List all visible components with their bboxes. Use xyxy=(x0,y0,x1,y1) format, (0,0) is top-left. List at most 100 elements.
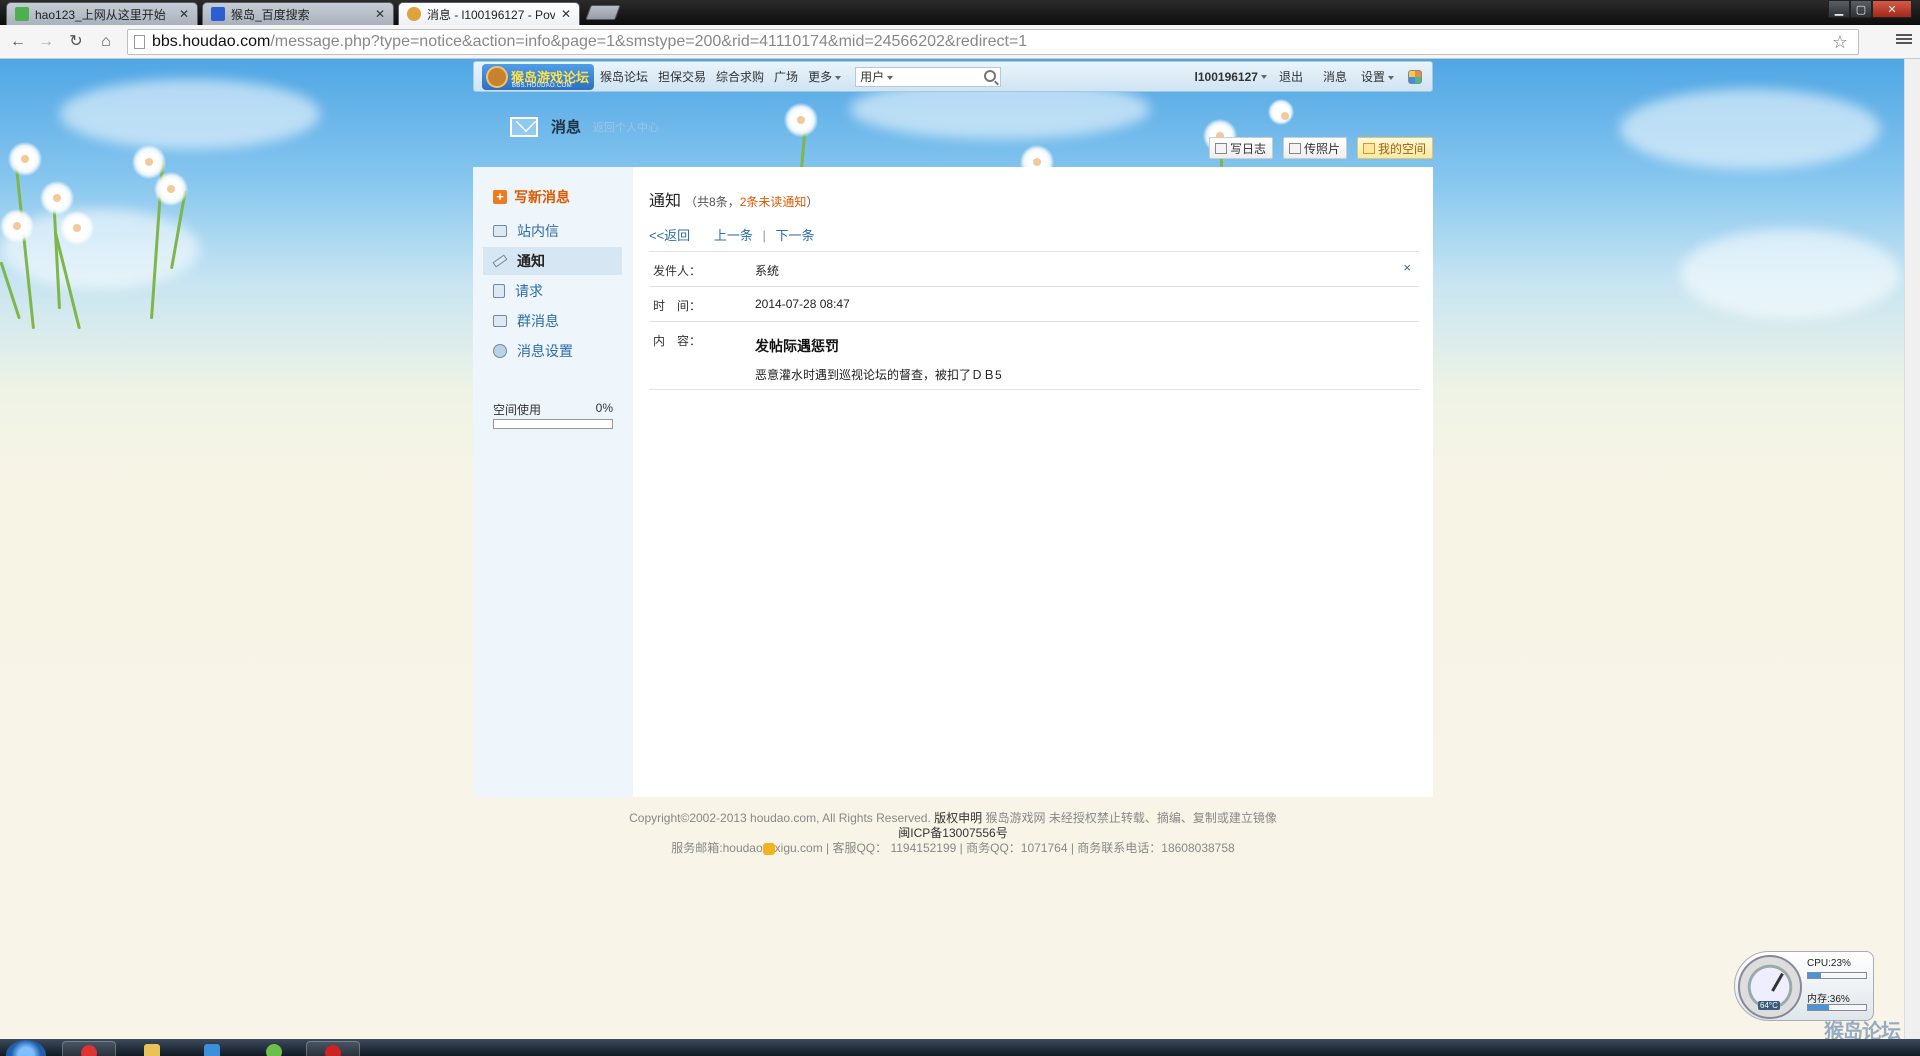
search-type-select[interactable]: 用户 xyxy=(860,68,894,85)
username-link[interactable]: l100196127 xyxy=(1195,70,1267,84)
browser-tab-baidu[interactable]: 猴岛_百度搜索 ✕ xyxy=(202,2,394,25)
delete-icon[interactable]: × xyxy=(1403,260,1411,275)
sidebar-item-notice[interactable]: 通知 xyxy=(483,247,622,275)
media-player-icon xyxy=(204,1044,220,1056)
bookmark-star-icon[interactable]: ☆ xyxy=(1832,32,1848,53)
back-to-profile-link[interactable]: 返回个人中心 xyxy=(593,119,659,135)
browser-tab-hao123[interactable]: hao123_上网从这里开始 ✕ xyxy=(6,2,198,25)
search-input[interactable]: 用户 xyxy=(855,66,1002,87)
folder-icon xyxy=(144,1044,160,1056)
sidebar-item-inbox[interactable]: 站内信 xyxy=(483,217,622,245)
document-icon xyxy=(493,284,505,298)
page-icon xyxy=(134,35,145,49)
close-tab-icon[interactable]: ✕ xyxy=(375,7,385,21)
home-icon[interactable]: ⌂ xyxy=(96,32,116,52)
copyright-statement-link[interactable]: 版权申明 xyxy=(934,811,982,825)
browser-tab-messages[interactable]: 消息 - l100196127 - Pov ✕ xyxy=(398,2,580,25)
app-icon xyxy=(266,1044,282,1056)
nav-link-escrow[interactable]: 担保交易 xyxy=(658,68,706,85)
write-blog-label: 写日志 xyxy=(1229,141,1266,156)
notice-count-prefix: （共8条， xyxy=(685,195,740,209)
notice-count: （共8条，2条未读通知） xyxy=(685,195,818,209)
sidebar-item-label: 站内信 xyxy=(517,223,559,239)
baidu-favicon-icon xyxy=(211,7,225,21)
memory-bar-fill xyxy=(1808,1005,1829,1010)
settings-link[interactable]: 设置 xyxy=(1361,68,1394,85)
page-viewport: 猴岛游戏论坛 BBS.HOUDAO.COM 猴岛论坛 担保交易 综合求购 广场 … xyxy=(0,59,1920,1039)
upload-photo-button[interactable]: 传照片 xyxy=(1282,137,1347,159)
taskbar-app-red[interactable] xyxy=(306,1041,360,1056)
nav-link-square[interactable]: 广场 xyxy=(774,68,798,85)
sidebar-item-requests[interactable]: 请求 xyxy=(483,277,622,305)
url-host: bbs.houdao.com xyxy=(152,33,271,50)
image-icon xyxy=(1288,142,1301,154)
compose-label: 写新消息 xyxy=(514,189,570,205)
site-logo[interactable]: 猴岛游戏论坛 BBS.HOUDAO.COM xyxy=(482,63,594,90)
cpu-bar-fill xyxy=(1808,973,1822,978)
new-tab-button[interactable] xyxy=(585,5,621,20)
nav-link-forum[interactable]: 猴岛论坛 xyxy=(600,68,648,85)
nav-link-wanted[interactable]: 综合求购 xyxy=(716,68,764,85)
sidebar-item-message-settings[interactable]: 消息设置 xyxy=(483,337,622,365)
notice-header: 通知 （共8条，2条未读通知） xyxy=(649,187,818,211)
search-icon[interactable] xyxy=(984,69,997,82)
my-space-button[interactable]: 我的空间 xyxy=(1356,137,1433,159)
dandelion-icon xyxy=(40,181,74,215)
chevron-down-icon xyxy=(887,75,894,80)
chevron-down-icon xyxy=(1260,75,1267,80)
pager-separator: | xyxy=(762,228,766,243)
taskbar-app[interactable] xyxy=(248,1041,302,1056)
reload-icon[interactable]: ↻ xyxy=(66,32,86,52)
next-link[interactable]: 下一条 xyxy=(775,228,814,243)
app-icon xyxy=(325,1045,341,1056)
sidebar-item-label: 请求 xyxy=(515,283,543,299)
settings-label: 设置 xyxy=(1360,70,1385,84)
app-grid-icon[interactable] xyxy=(1408,69,1422,84)
quick-actions: 写日志 传照片 我的空间 xyxy=(1199,137,1433,159)
sender-row: 发件人： 系统 × xyxy=(649,251,1419,286)
page-title: 消息 xyxy=(551,119,582,136)
sidebar-item-label: 群消息 xyxy=(517,313,559,329)
dandelion-icon xyxy=(154,172,188,206)
logout-link[interactable]: 退出 xyxy=(1279,68,1303,85)
write-blog-button[interactable]: 写日志 xyxy=(1208,137,1273,159)
houdao-favicon-icon xyxy=(407,7,421,21)
messages-link[interactable]: 消息 xyxy=(1323,68,1347,85)
cloud-decoration xyxy=(1680,229,1900,319)
maximize-icon[interactable]: ▢ xyxy=(1850,0,1872,18)
taskbar-media[interactable] xyxy=(186,1041,240,1056)
start-button[interactable] xyxy=(6,1040,46,1056)
taskbar-explorer[interactable] xyxy=(126,1041,180,1056)
taskbar-chrome[interactable] xyxy=(62,1041,116,1056)
unread-notice-link[interactable]: 2条未读通知 xyxy=(740,195,807,209)
notice-pager: <<返回 上一条 | 下一条 xyxy=(649,225,814,244)
cpu-gauge-icon: 64°C xyxy=(1738,955,1802,1019)
browser-menu-icon[interactable] xyxy=(1896,32,1912,48)
more-label: 更多 xyxy=(808,70,833,84)
upload-photo-label: 传照片 xyxy=(1303,141,1340,156)
nav-link-more[interactable]: 更多 xyxy=(808,68,842,85)
forward-arrow-icon[interactable]: → xyxy=(36,32,56,52)
close-window-icon[interactable]: ✕ xyxy=(1872,0,1912,18)
close-tab-icon[interactable]: ✕ xyxy=(561,7,571,21)
footer-icp[interactable]: 闽ICP备13007556号 xyxy=(473,826,1433,841)
close-tab-icon[interactable]: ✕ xyxy=(179,7,189,21)
time-value: 2014-07-28 08:47 xyxy=(755,297,850,311)
sidebar-item-label: 消息设置 xyxy=(517,343,573,359)
chevron-down-icon xyxy=(835,75,842,80)
prev-link[interactable]: 上一条 xyxy=(714,228,753,243)
monkey-logo-icon xyxy=(486,65,508,88)
storage-usage-text: 空间使用 xyxy=(493,403,542,417)
sidebar-item-group-messages[interactable]: 群消息 xyxy=(483,307,622,335)
storage-usage-value: 0% xyxy=(595,401,613,415)
storage-usage-label: 空间使用 0% xyxy=(493,401,613,418)
address-bar[interactable]: bbs.houdao.com/message.php?type=notice&a… xyxy=(127,29,1859,55)
time-label: 时 间： xyxy=(653,299,702,313)
compose-message-button[interactable]: + 写新消息 xyxy=(493,187,570,207)
username: l100196127 xyxy=(1194,69,1258,84)
page-scrollbar[interactable] xyxy=(1904,59,1920,1039)
at-sign-icon xyxy=(762,842,775,855)
back-arrow-icon[interactable]: ← xyxy=(8,32,28,52)
back-link[interactable]: <<返回 xyxy=(649,228,690,243)
minimize-icon[interactable]: ▁ xyxy=(1828,0,1850,18)
